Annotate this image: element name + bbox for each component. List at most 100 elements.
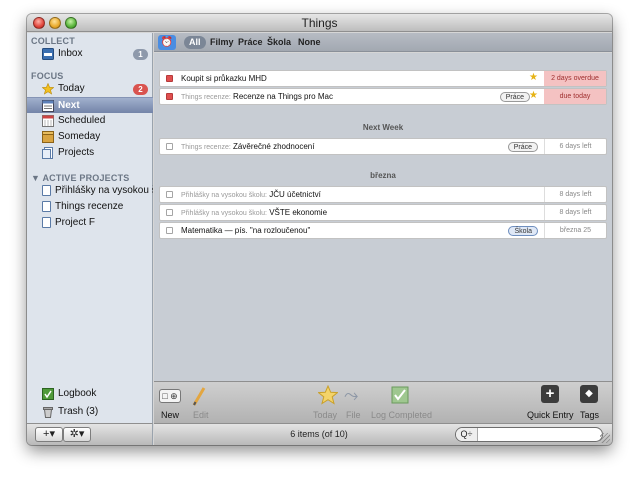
calendar-icon: [42, 115, 54, 127]
task-project-prefix: Things recenze:: [181, 144, 231, 151]
pencil-icon: [192, 385, 206, 410]
task-due-label: 8 days left: [544, 205, 606, 220]
task-project-prefix: Přihlášky na vysokou školu:: [181, 192, 267, 199]
task-title: Koupit si průkazku MHD: [181, 74, 267, 83]
search-input[interactable]: [480, 429, 598, 440]
tag-icon: ◆: [580, 385, 598, 403]
quick-entry-button[interactable]: Quick Entry: [527, 410, 574, 420]
task-checkbox[interactable]: [166, 93, 173, 100]
alarm-clock-icon[interactable]: ⏰: [158, 35, 176, 50]
title-bar[interactable]: Things: [27, 14, 612, 32]
task-checkbox[interactable]: [166, 209, 173, 216]
task-row[interactable]: Things recenze: Recenze na Things pro Ma…: [159, 88, 607, 105]
zoom-window-button[interactable]: [65, 17, 77, 29]
filter-skola[interactable]: Škola: [267, 36, 291, 49]
window-title: Things: [301, 16, 338, 30]
sidebar-item-label: Projects: [58, 147, 95, 158]
filter-filmy[interactable]: Filmy: [210, 36, 234, 49]
next-list-icon: [42, 100, 54, 112]
trash-icon: [42, 406, 54, 418]
sidebar-project-item[interactable]: Přihlášky na vysokou š...: [27, 183, 153, 199]
section-header-next-week: Next Week: [362, 123, 404, 132]
sidebar-item-logbook[interactable]: Logbook: [27, 385, 153, 403]
sidebar-item-label: Logbook: [58, 388, 97, 399]
project-icon: [42, 185, 51, 196]
sidebar-project-item[interactable]: Things recenze: [27, 199, 153, 215]
active-projects-section-label[interactable]: ▼ ACTIVE PROJECTS: [31, 173, 130, 183]
project-icon: [42, 217, 51, 228]
focus-section-label: FOCUS: [31, 71, 64, 81]
star-icon: [41, 82, 55, 95]
sidebar-item-trash[interactable]: Trash (3): [27, 403, 153, 421]
collect-section-label: COLLECT: [31, 36, 75, 46]
sidebar-item-label: Inbox: [58, 48, 83, 59]
add-menu-button[interactable]: +▾: [35, 427, 63, 442]
star-icon: ★: [529, 72, 538, 83]
task-list: Koupit si průkazku MHD ★ 2 days overdue …: [154, 53, 612, 381]
quick-entry-icon: +: [541, 385, 559, 403]
task-due-label: března 25: [544, 223, 606, 238]
inbox-count-badge: 1: [133, 49, 148, 60]
sidebar-item-label: Trash (3): [58, 406, 99, 417]
task-row[interactable]: Things recenze: Závěrečné zhodnocení Prá…: [159, 138, 607, 155]
task-title: JČU účetnictví: [269, 190, 321, 199]
task-title: Matematika — pís. "na rozloučenou": [181, 226, 311, 235]
sidebar-item-label: Things recenze: [55, 201, 124, 212]
task-checkbox[interactable]: [166, 191, 173, 198]
task-title: Závěrečné zhodnocení: [233, 142, 315, 151]
task-tag: Škola: [508, 226, 538, 236]
filter-prace[interactable]: Práce: [238, 36, 263, 49]
tags-button[interactable]: Tags: [580, 410, 599, 420]
file-icon: ⤳: [344, 385, 359, 405]
sidebar-item-projects[interactable]: Projects: [27, 145, 153, 161]
task-row[interactable]: Matematika — pís. "na rozloučenou" Škola…: [159, 222, 607, 239]
sidebar: COLLECT Inbox 1 FOCUS Today 2 Next Sched…: [27, 33, 153, 423]
sidebar-item-someday[interactable]: Someday: [27, 129, 153, 145]
today-button[interactable]: Today: [313, 410, 337, 420]
sidebar-project-item[interactable]: Project F: [27, 215, 153, 231]
new-button[interactable]: New: [161, 410, 179, 420]
projects-icon: [42, 147, 54, 159]
task-due-label: 6 days left: [544, 139, 606, 154]
log-completed-button[interactable]: Log Completed: [371, 410, 432, 420]
sidebar-item-label: Next: [58, 100, 80, 111]
new-todo-icon[interactable]: □ ⊕: [159, 389, 181, 403]
file-button[interactable]: File: [346, 410, 361, 420]
gear-menu-button[interactable]: ✲▾: [63, 427, 91, 442]
minimize-window-button[interactable]: [49, 17, 61, 29]
tag-filter-bar: ⏰ All Filmy Práce Škola None: [154, 33, 612, 52]
sidebar-item-label: Scheduled: [58, 115, 106, 126]
edit-button[interactable]: Edit: [193, 410, 209, 420]
filter-none[interactable]: None: [298, 36, 321, 49]
sidebar-item-next[interactable]: Next: [27, 97, 153, 113]
sidebar-item-label: Project F: [55, 217, 96, 228]
filter-all[interactable]: All: [184, 36, 206, 49]
search-icon[interactable]: Q÷: [456, 428, 478, 441]
sidebar-item-scheduled[interactable]: Scheduled: [27, 113, 153, 129]
task-checkbox[interactable]: [166, 227, 173, 234]
task-checkbox[interactable]: [166, 143, 173, 150]
sidebar-item-inbox[interactable]: Inbox 1: [27, 46, 153, 62]
inbox-icon: [42, 48, 54, 60]
task-due-label: 8 days left: [544, 187, 606, 202]
resize-grip[interactable]: [600, 433, 610, 443]
box-icon: [42, 131, 54, 143]
task-due-label: 2 days overdue: [544, 71, 606, 86]
star-icon: [317, 384, 339, 408]
task-row[interactable]: Koupit si průkazku MHD ★ 2 days overdue: [159, 70, 607, 87]
task-title: Recenze na Things pro Mac: [233, 92, 333, 101]
item-count-status: 6 items (of 10): [290, 429, 348, 439]
task-tag: Práce: [499, 92, 530, 102]
task-checkbox[interactable]: [166, 75, 173, 82]
task-row[interactable]: Přihlášky na vysokou školu: JČU účetnict…: [159, 186, 607, 203]
section-header-brezna: března: [370, 171, 396, 180]
today-count-badge: 2: [133, 84, 148, 95]
close-window-button[interactable]: [33, 17, 45, 29]
sidebar-bottom-bar: +▾ ✲▾: [27, 423, 153, 445]
task-project-prefix: Přihlášky na vysokou školu:: [181, 210, 267, 217]
search-field[interactable]: Q÷: [455, 427, 603, 442]
task-row[interactable]: Přihlášky na vysokou školu: VŠTE ekonomi…: [159, 204, 607, 221]
task-project-prefix: Things recenze:: [181, 94, 231, 101]
task-title: VŠTE ekonomie: [269, 208, 328, 217]
sidebar-item-today[interactable]: Today 2: [27, 81, 153, 97]
